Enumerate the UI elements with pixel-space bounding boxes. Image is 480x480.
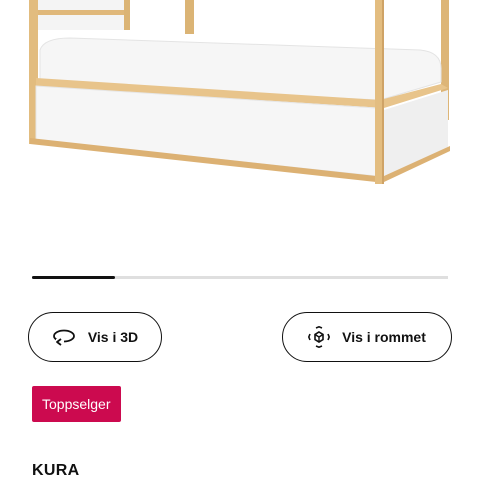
top-seller-badge: Toppselger xyxy=(32,386,121,422)
gallery-progress-bar[interactable] xyxy=(32,276,448,279)
product-image[interactable] xyxy=(0,0,480,240)
right-post-shade xyxy=(382,0,384,184)
rotate-3d-icon xyxy=(52,328,76,346)
gallery-progress-fill xyxy=(32,276,116,279)
view-in-room-button[interactable]: Vis i rommet xyxy=(282,312,452,362)
mid-post xyxy=(185,0,194,34)
augmented-reality-icon xyxy=(308,326,331,348)
mid-post-2 xyxy=(124,0,130,30)
product-name: KURA xyxy=(32,462,80,479)
view-3d-button[interactable]: Vis i 3D xyxy=(28,312,162,362)
view-in-room-label: Vis i rommet xyxy=(342,329,426,345)
upper-rail xyxy=(38,10,126,15)
view-3d-label: Vis i 3D xyxy=(87,329,139,345)
